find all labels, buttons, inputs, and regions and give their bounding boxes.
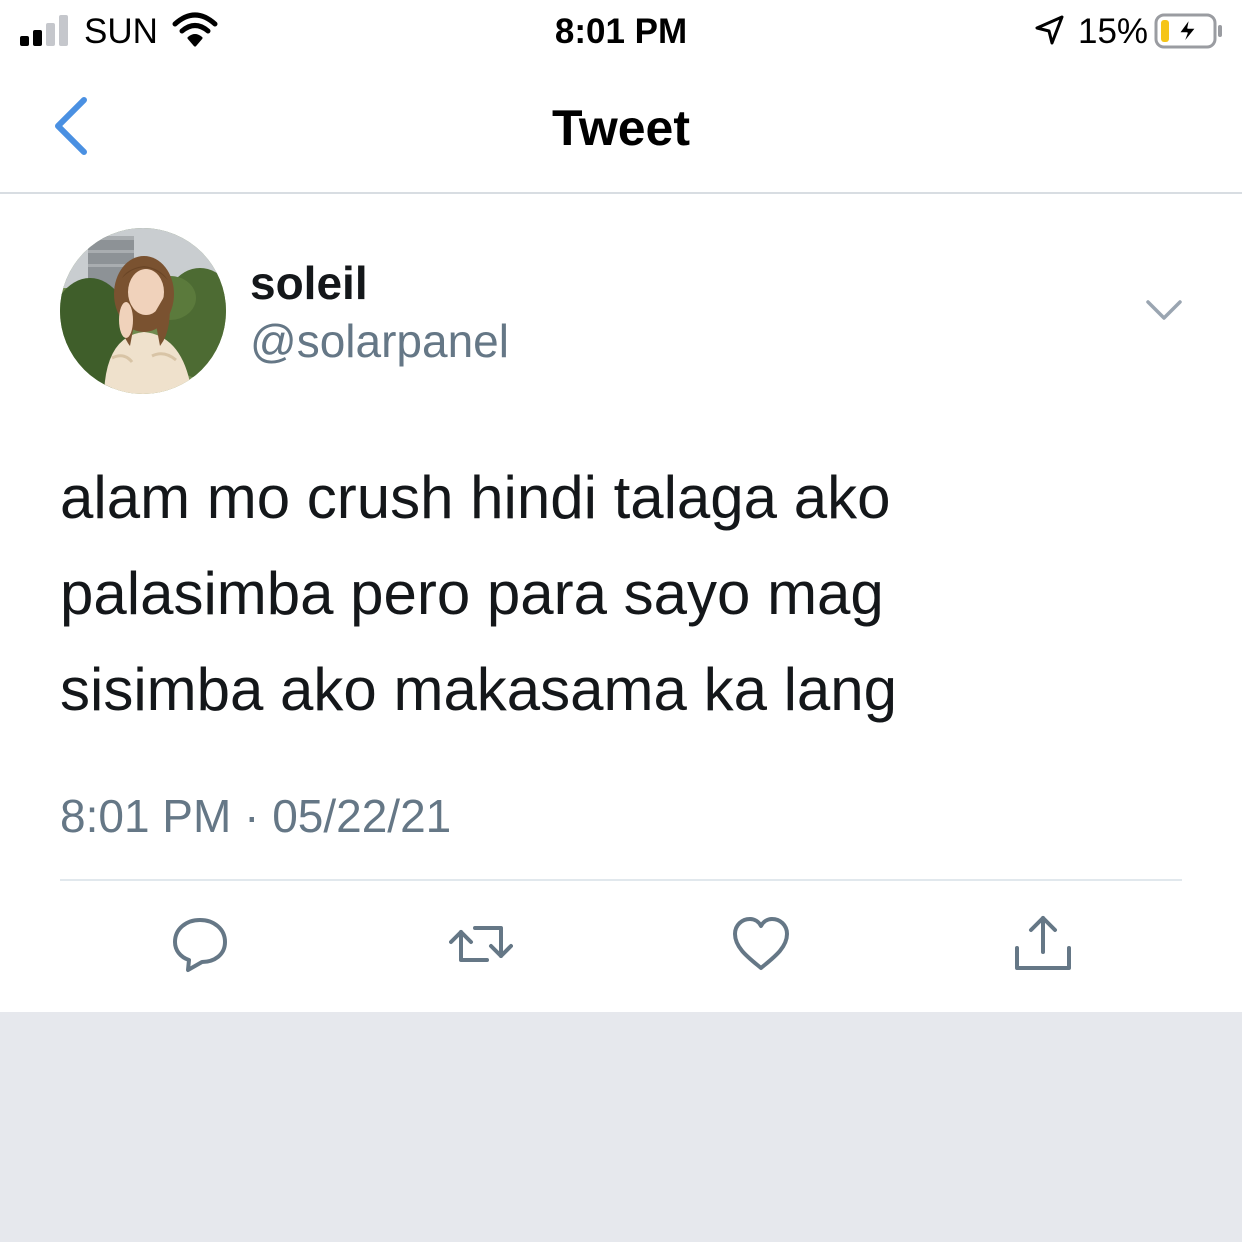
tweet-screen: SUN 8:01 PM 15% Tweet soleil @solarpanel… [0, 0, 1242, 1012]
battery-charging-icon [1154, 13, 1222, 49]
display-name[interactable]: soleil [250, 256, 368, 310]
retweet-button[interactable] [449, 912, 513, 976]
retweet-icon [449, 926, 513, 962]
tweet-text: alam mo crush hindi talaga ako palasimba… [60, 450, 1180, 738]
divider [60, 879, 1182, 881]
tweet-text-line: alam mo crush hindi talaga ako [60, 464, 891, 531]
avatar[interactable] [60, 228, 226, 394]
like-icon [733, 917, 789, 970]
profile-photo [60, 228, 226, 394]
share-icon [1015, 916, 1071, 970]
battery-percentage: 15% [1078, 12, 1149, 51]
status-bar: SUN 8:01 PM 15% [0, 0, 1242, 64]
page-title: Tweet [552, 100, 690, 156]
chevron-down-icon [1146, 300, 1182, 320]
location-arrow-icon [1035, 15, 1064, 45]
navigation-header: Tweet [0, 64, 1242, 194]
tweet-menu-button[interactable] [1140, 292, 1188, 328]
tweet-text-line: sisimba ako makasama ka lang [60, 656, 898, 723]
background-area [0, 1012, 1242, 1242]
tweet-text-line: palasimba pero para sayo mag [60, 560, 884, 627]
username[interactable]: @solarpanel [250, 314, 509, 368]
reply-icon [173, 918, 227, 972]
reply-button[interactable] [168, 912, 232, 976]
share-button[interactable] [1011, 912, 1075, 976]
like-button[interactable] [729, 912, 793, 976]
tweet-timestamp: 8:01 PM · 05/22/21 [60, 790, 452, 842]
